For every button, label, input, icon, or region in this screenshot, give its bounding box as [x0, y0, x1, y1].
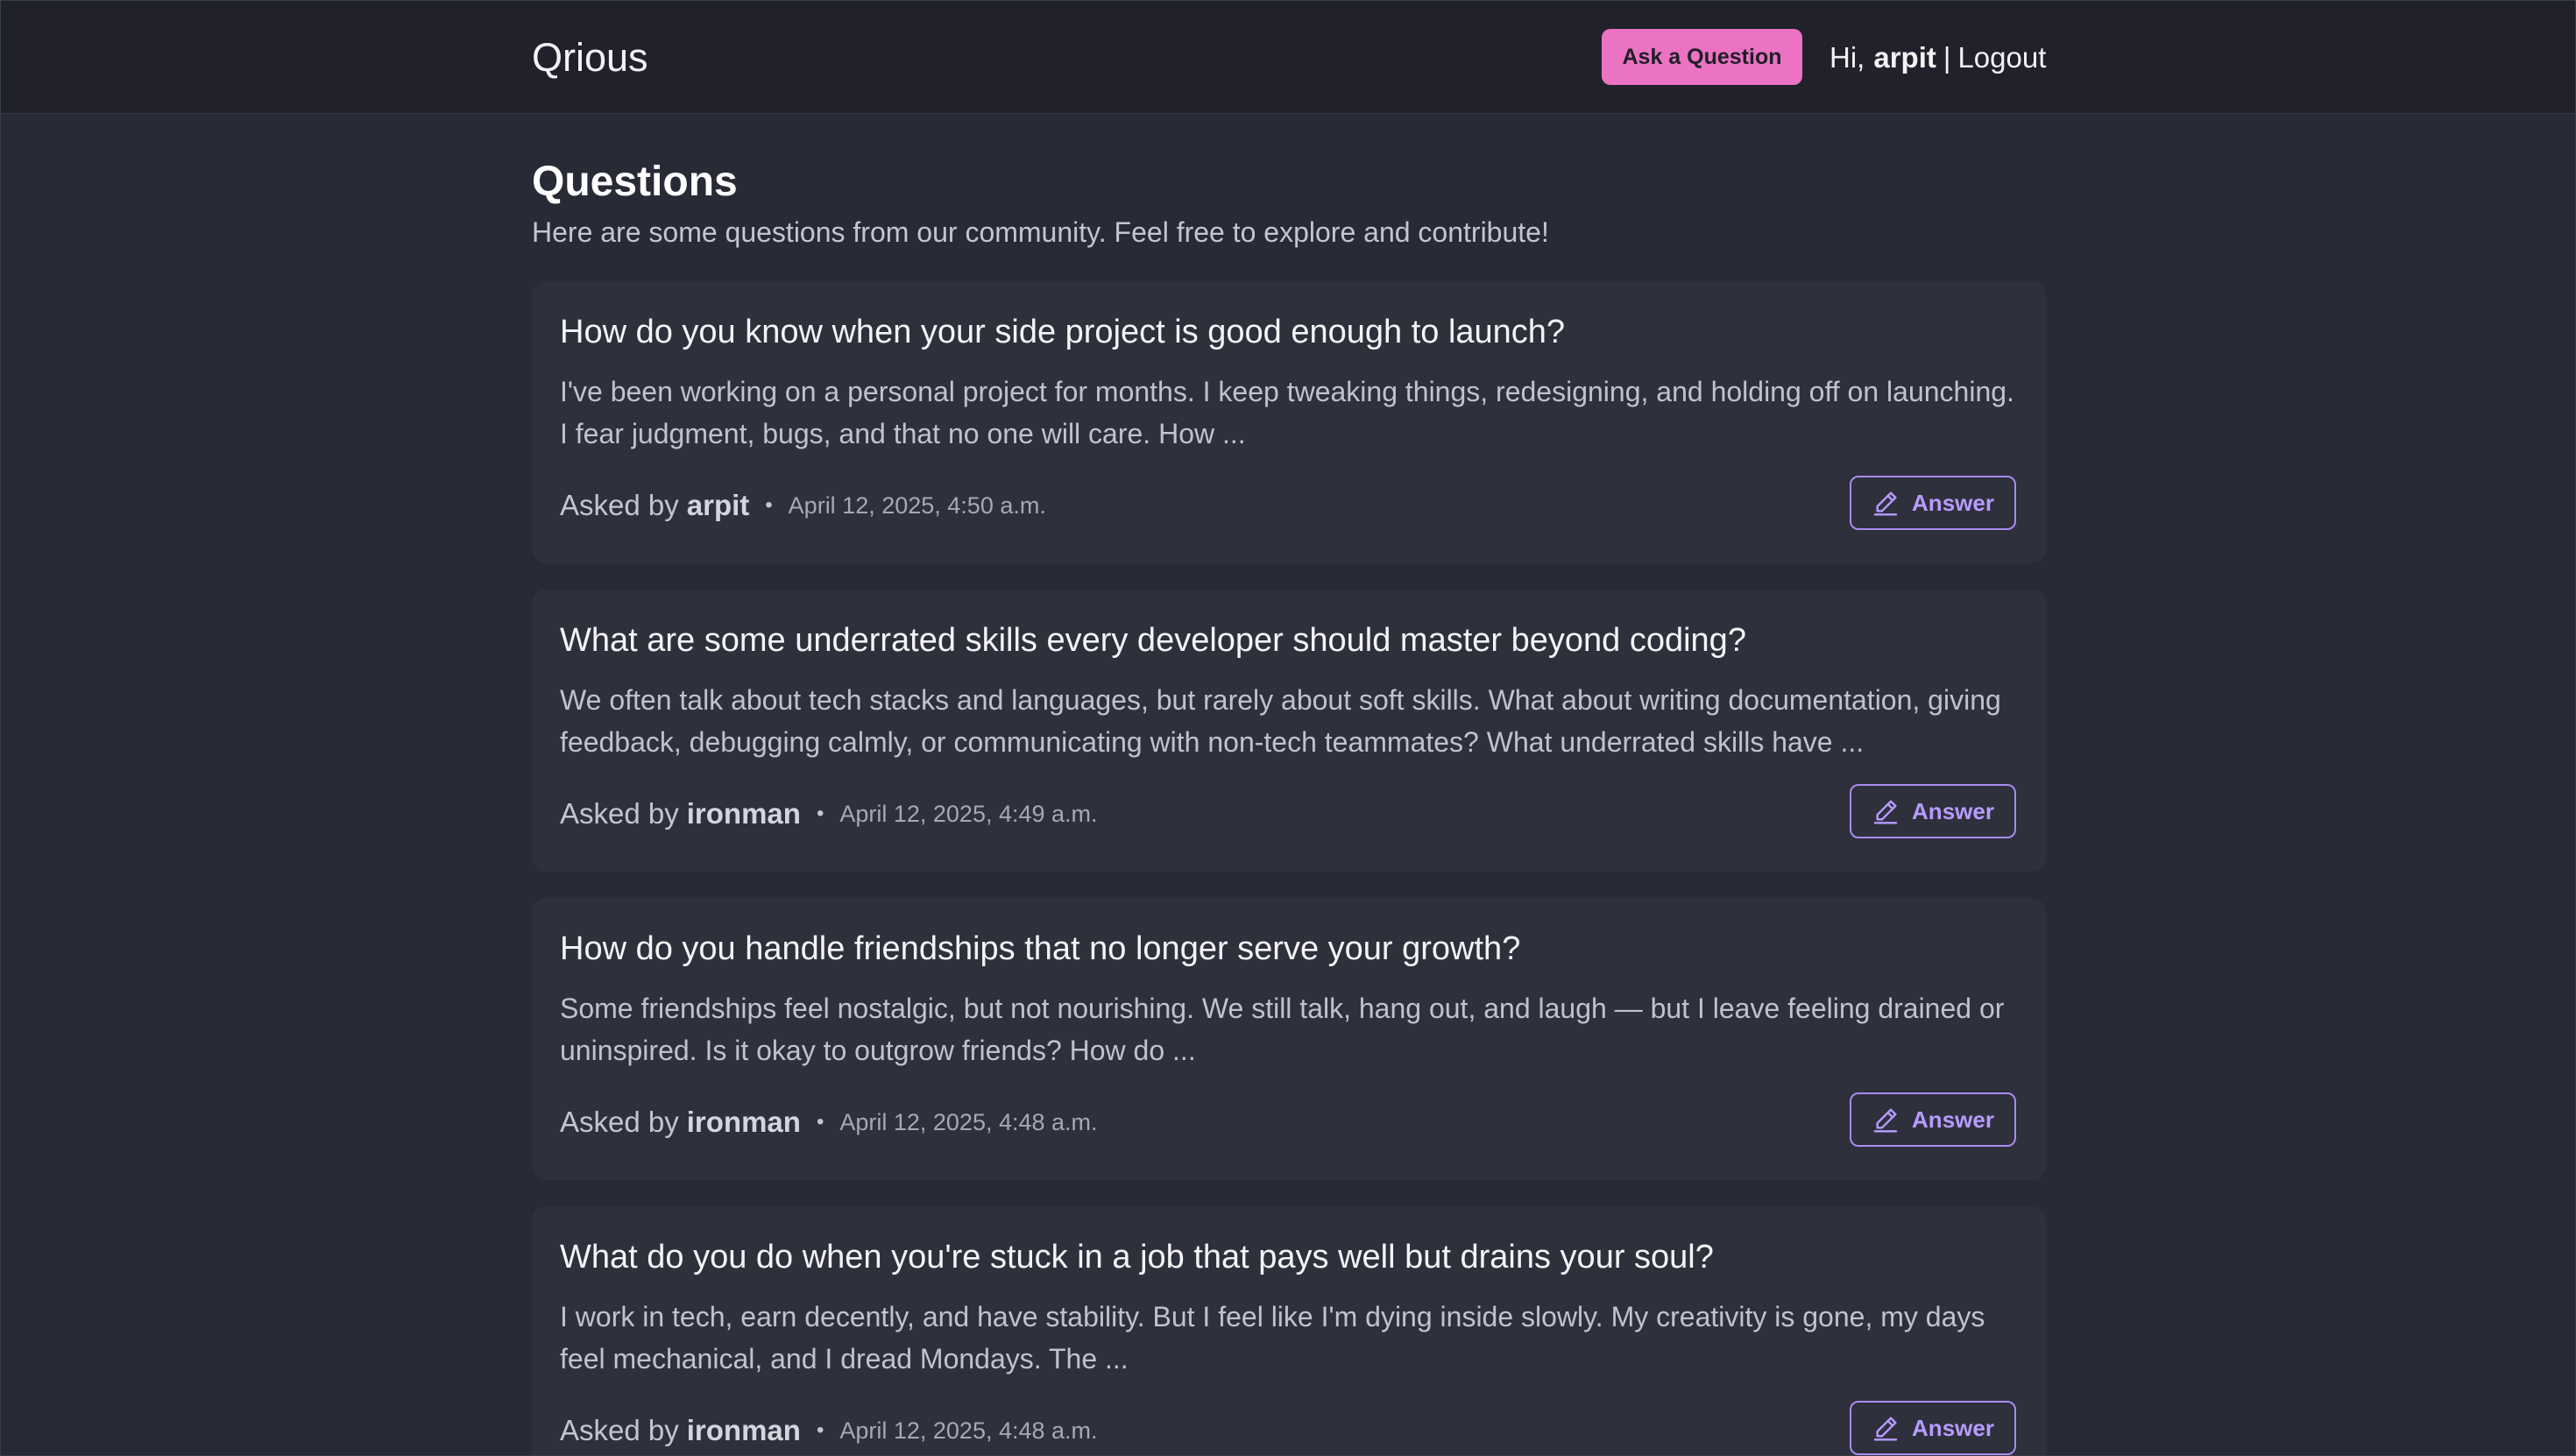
question-meta: Asked by ironman • April 12, 2025, 4:48 …: [560, 1103, 1098, 1141]
navbar: Qrious Ask a Question Hi, arpit | Logout: [1, 1, 2575, 114]
question-title[interactable]: How do you know when your side project i…: [560, 311, 1565, 353]
pencil-icon: [1873, 491, 1898, 516]
question-title[interactable]: How do you handle friendships that no lo…: [560, 928, 1520, 970]
asked-by-label: Asked by: [560, 797, 679, 830]
current-username: arpit: [1873, 41, 1936, 74]
question-excerpt: Some friendships feel nostalgic, but not…: [560, 993, 2005, 1066]
nav-separator: |: [1943, 41, 1951, 74]
question-card: How do you know when your side project i…: [532, 281, 2046, 563]
question-card: What are some underrated skills every de…: [532, 590, 2046, 872]
greeting-text: Hi,: [1829, 41, 1865, 74]
question-excerpt: I work in tech, earn decently, and have …: [560, 1301, 1985, 1375]
question-date: April 12, 2025, 4:50 a.m.: [788, 491, 1046, 519]
logout-link[interactable]: Logout: [1957, 41, 2046, 74]
user-menu: Hi, arpit | Logout: [1829, 38, 2046, 78]
question-title[interactable]: What do you do when you're stuck in a jo…: [560, 1236, 1714, 1278]
question-title[interactable]: What are some underrated skills every de…: [560, 619, 1746, 661]
meta-separator-dot: •: [765, 493, 773, 517]
answer-button[interactable]: Answer: [1850, 1401, 2016, 1455]
page-subtitle: Here are some questions from our communi…: [532, 216, 1549, 248]
answer-button-label: Answer: [1912, 797, 1994, 824]
meta-separator-dot: •: [816, 1418, 824, 1442]
answer-button-label: Answer: [1912, 1106, 1994, 1133]
question-meta: Asked by arpit • April 12, 2025, 4:50 a.…: [560, 486, 1046, 525]
asked-by-label: Asked by: [560, 489, 679, 521]
meta-separator-dot: •: [816, 1110, 824, 1134]
answer-button[interactable]: Answer: [1850, 784, 2016, 838]
ask-question-button[interactable]: Ask a Question: [1602, 29, 1802, 85]
question-author: ironman: [686, 797, 801, 830]
question-author: arpit: [686, 489, 750, 521]
app-window: Qrious Ask a Question Hi, arpit | Logout…: [0, 0, 2576, 1456]
question-card: What do you do when you're stuck in a jo…: [532, 1206, 2046, 1455]
answer-button[interactable]: Answer: [1850, 476, 2016, 530]
pencil-icon: [1873, 1417, 1898, 1441]
question-card: How do you handle friendships that no lo…: [532, 898, 2046, 1180]
question-author: ironman: [686, 1106, 801, 1138]
pencil-icon: [1873, 800, 1898, 824]
question-date: April 12, 2025, 4:49 a.m.: [839, 800, 1098, 827]
question-date: April 12, 2025, 4:48 a.m.: [839, 1417, 1098, 1444]
question-excerpt: I've been working on a personal project …: [560, 376, 2014, 449]
page-title: Questions: [532, 159, 738, 205]
pencil-icon: [1873, 1108, 1898, 1133]
answer-button-label: Answer: [1912, 489, 1994, 516]
question-meta: Asked by ironman • April 12, 2025, 4:49 …: [560, 795, 1098, 833]
asked-by-label: Asked by: [560, 1414, 679, 1446]
question-date: April 12, 2025, 4:48 a.m.: [839, 1108, 1098, 1135]
answer-button[interactable]: Answer: [1850, 1092, 2016, 1147]
asked-by-label: Asked by: [560, 1106, 679, 1138]
question-author: ironman: [686, 1414, 801, 1446]
answer-button-label: Answer: [1912, 1414, 1994, 1441]
brand-logo[interactable]: Qrious: [532, 34, 648, 81]
meta-separator-dot: •: [816, 802, 824, 825]
question-meta: Asked by ironman • April 12, 2025, 4:48 …: [560, 1411, 1098, 1450]
question-excerpt: We often talk about tech stacks and lang…: [560, 684, 2001, 758]
